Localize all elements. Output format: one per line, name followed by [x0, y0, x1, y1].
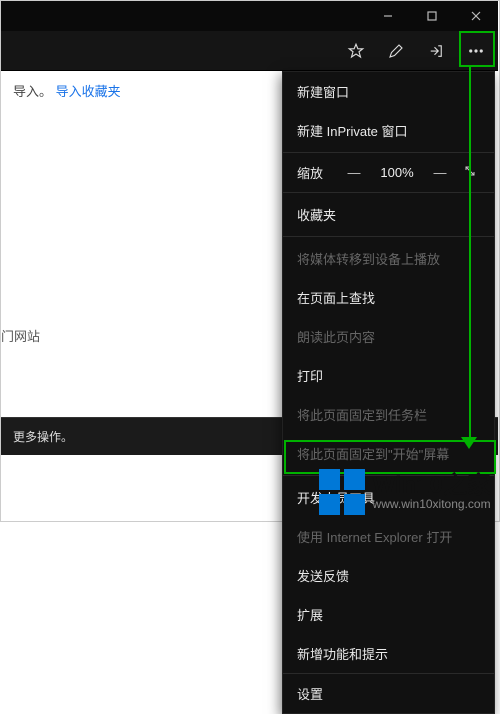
menu-print[interactable]: 打印 [283, 356, 494, 395]
menu-extensions[interactable]: 扩展 [283, 595, 494, 634]
close-icon [470, 10, 482, 22]
watermark-title: Win10之家 [373, 473, 491, 498]
maximize-icon [426, 10, 438, 22]
fullscreen-button[interactable] [460, 165, 480, 180]
share-icon [427, 42, 445, 60]
menu-pin-start: 将此页面固定到"开始"屏幕 [283, 434, 494, 473]
menu-cast: 将媒体转移到设备上播放 [283, 239, 494, 278]
minimize-button[interactable] [366, 1, 410, 31]
watermark: Win10之家 www.win10xitong.com [319, 469, 491, 515]
menu-separator [283, 236, 494, 237]
watermark-url: www.win10xitong.com [373, 498, 491, 511]
menu-settings[interactable]: 设置 [283, 673, 494, 713]
menu-open-ie: 使用 Internet Explorer 打开 [283, 517, 494, 556]
menu-new-window[interactable]: 新建窗口 [283, 72, 494, 111]
import-favorites-link[interactable]: 导入收藏夹 [56, 84, 121, 99]
menu-zoom-row: 缩放 — 100% — [283, 155, 494, 190]
menu-read-aloud: 朗读此页内容 [283, 317, 494, 356]
fullscreen-icon [464, 165, 476, 177]
more-icon [467, 42, 485, 60]
more-menu: 新建窗口 新建 InPrivate 窗口 缩放 — 100% — 收藏夹 将媒体… [282, 71, 495, 714]
zoom-value: 100% [374, 165, 420, 180]
menu-feedback[interactable]: 发送反馈 [283, 556, 494, 595]
star-icon [347, 42, 365, 60]
share-button[interactable] [418, 33, 454, 69]
popular-sites-label: 门网站 [1, 326, 40, 345]
maximize-button[interactable] [410, 1, 454, 31]
zoom-in-button[interactable]: — [430, 165, 450, 180]
browser-toolbar [1, 31, 498, 71]
menu-new-inprivate[interactable]: 新建 InPrivate 窗口 [283, 111, 494, 150]
menu-whats-new[interactable]: 新增功能和提示 [283, 634, 494, 673]
menu-separator [283, 192, 494, 193]
import-hint-suffix: 导入。 [13, 84, 52, 99]
menu-favorites[interactable]: 收藏夹 [283, 195, 494, 234]
window-titlebar [1, 1, 498, 31]
zoom-out-button[interactable]: — [344, 165, 364, 180]
favorites-button[interactable] [338, 33, 374, 69]
menu-find[interactable]: 在页面上查找 [283, 278, 494, 317]
menu-pin-taskbar: 将此页面固定到任务栏 [283, 395, 494, 434]
minimize-icon [382, 10, 394, 22]
menu-separator [283, 152, 494, 153]
more-button[interactable] [458, 33, 494, 69]
notes-button[interactable] [378, 33, 414, 69]
zoom-label: 缩放 [297, 163, 334, 182]
windows-logo-icon [319, 469, 365, 515]
pen-icon [387, 42, 405, 60]
close-button[interactable] [454, 1, 498, 31]
